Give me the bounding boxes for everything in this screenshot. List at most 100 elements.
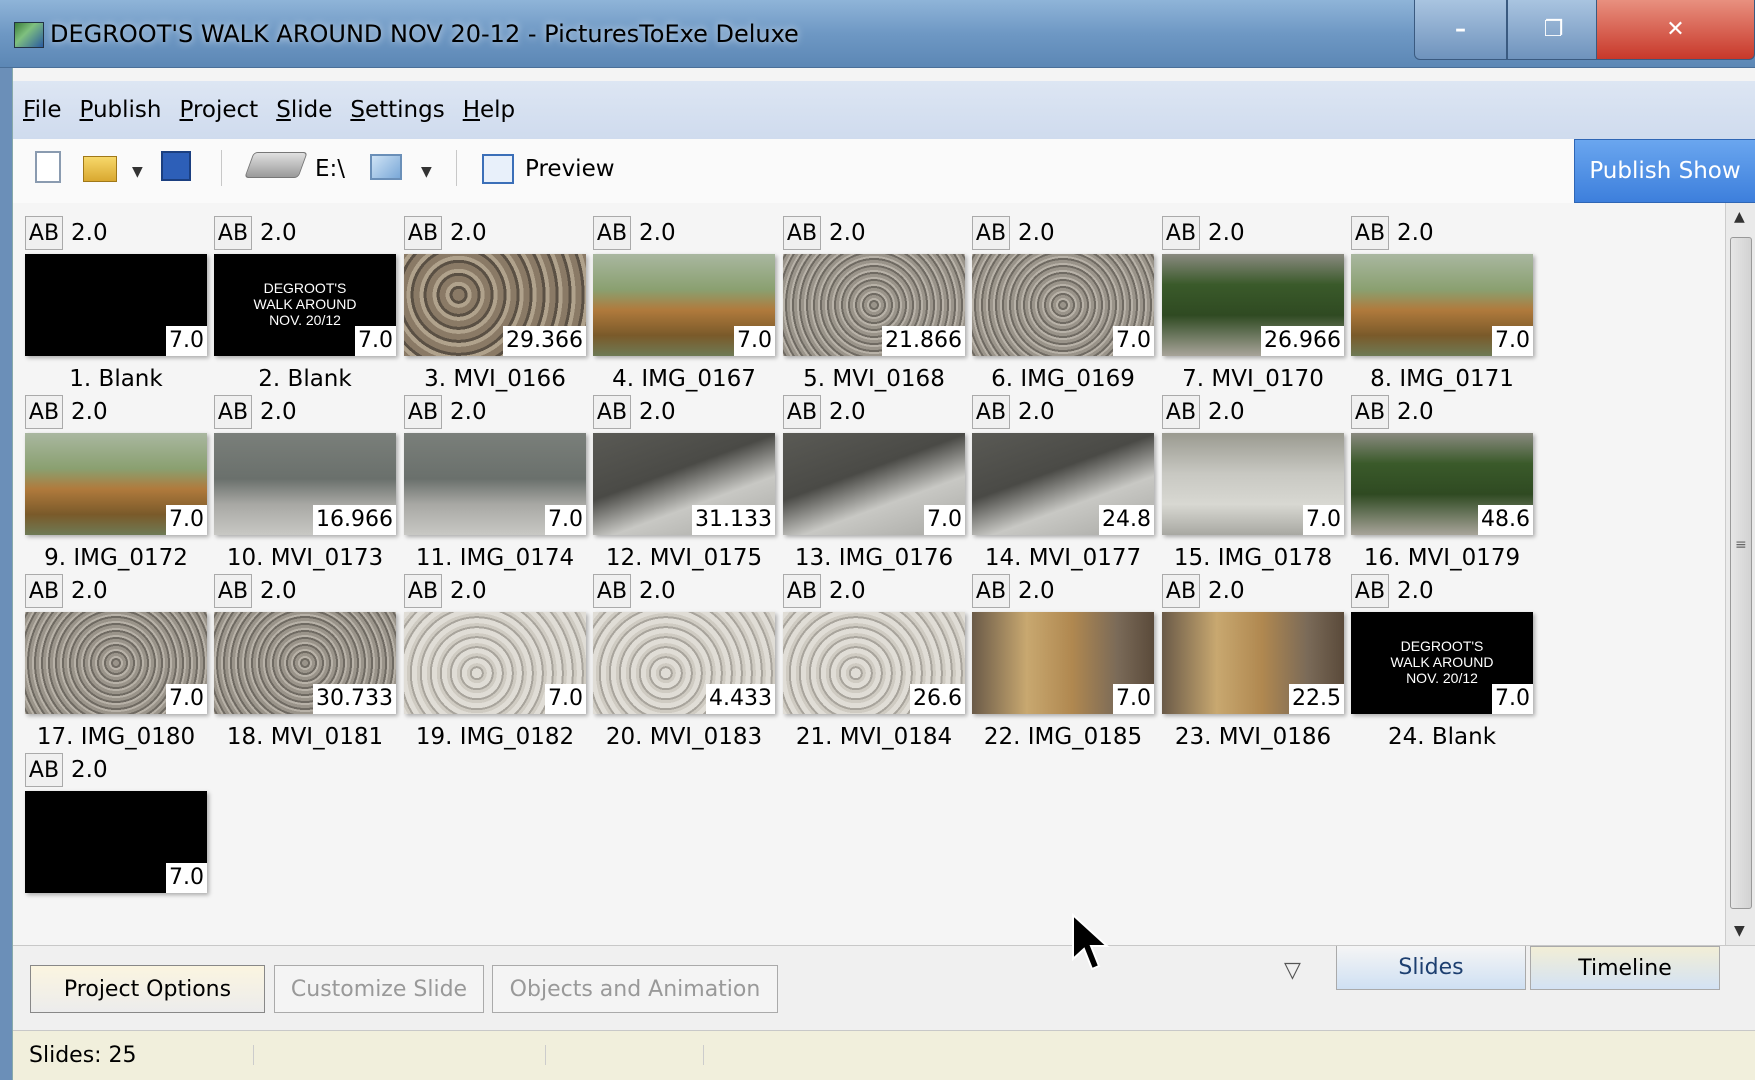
slide-item[interactable]: AB 2.0 29.366 3. MVI_0166 (404, 214, 594, 404)
preview-icon[interactable] (482, 154, 514, 184)
slide-thumbnail[interactable]: 7.0 (1162, 433, 1344, 535)
close-button[interactable]: ✕ (1596, 0, 1755, 60)
slide-thumbnail[interactable]: 7.0 (972, 254, 1154, 356)
slide-item[interactable]: AB 2.0 7.0 15. IMG_0178 (1162, 393, 1352, 583)
slide-item[interactable]: AB 2.0 7.0 1. Blank (25, 214, 215, 404)
slide-item[interactable]: AB 2.0 7.0 17. IMG_0180 (25, 572, 215, 762)
transition-ab-badge[interactable]: AB (404, 574, 442, 608)
slide-thumbnail[interactable]: DEGROOT'S WALK AROUND NOV. 20/12 7.0 (214, 254, 396, 356)
slide-thumbnail[interactable]: 26.966 (1162, 254, 1344, 356)
transition-ab-badge[interactable]: AB (1351, 574, 1389, 608)
slide-item[interactable]: AB 2.0 22.5 23. MVI_0186 (1162, 572, 1352, 762)
transition-ab-badge[interactable]: AB (25, 574, 63, 608)
slide-thumbnail[interactable]: 7.0 (404, 612, 586, 714)
slide-item[interactable]: AB 2.0 7.0 13. IMG_0176 (783, 393, 973, 583)
transition-ab-badge[interactable]: AB (783, 216, 821, 250)
slide-thumbnail[interactable]: 29.366 (404, 254, 586, 356)
slide-thumbnail[interactable]: 7.0 (25, 612, 207, 714)
maximize-button[interactable]: ❐ (1507, 0, 1600, 60)
menu-settings[interactable]: Settings (348, 95, 446, 125)
slide-item[interactable]: AB 2.0 26.6 21. MVI_0184 (783, 572, 973, 762)
menu-file[interactable]: File (21, 95, 64, 125)
minimize-button[interactable]: – (1414, 0, 1507, 60)
scroll-down-icon[interactable]: ▼ (1734, 923, 1745, 939)
transition-ab-badge[interactable]: AB (1162, 574, 1200, 608)
slide-item[interactable]: AB 2.0 21.866 5. MVI_0168 (783, 214, 973, 404)
slide-item[interactable]: AB 2.0 31.133 12. MVI_0175 (593, 393, 783, 583)
transition-ab-badge[interactable]: AB (1162, 395, 1200, 429)
drive-icon[interactable] (244, 152, 308, 178)
publish-show-button[interactable]: Publish Show (1574, 139, 1755, 203)
slide-item[interactable]: AB 2.0 24.8 14. MVI_0177 (972, 393, 1162, 583)
menu-slide[interactable]: Slide (274, 95, 334, 125)
tab-timeline[interactable]: Timeline (1530, 946, 1720, 990)
transition-ab-badge[interactable]: AB (593, 395, 631, 429)
transition-ab-badge[interactable]: AB (404, 216, 442, 250)
open-dropdown-icon[interactable]: ▼ (132, 164, 143, 180)
slide-item[interactable]: AB 2.0 4.433 20. MVI_0183 (593, 572, 783, 762)
slide-thumbnail[interactable]: 26.6 (783, 612, 965, 714)
transition-ab-badge[interactable]: AB (214, 574, 252, 608)
slide-item[interactable]: AB 2.0 7.0 9. IMG_0172 (25, 393, 215, 583)
transition-ab-badge[interactable]: AB (1162, 216, 1200, 250)
transition-ab-badge[interactable]: AB (972, 395, 1010, 429)
save-icon[interactable] (161, 151, 191, 181)
slide-item[interactable]: AB 2.0 7.0 4. IMG_0167 (593, 214, 783, 404)
transition-ab-badge[interactable]: AB (972, 216, 1010, 250)
menu-publish[interactable]: Publish (78, 95, 164, 125)
triangle-down-icon[interactable]: ▽ (1284, 958, 1301, 983)
menu-help[interactable]: Help (461, 95, 517, 125)
picture-icon[interactable] (370, 154, 402, 180)
tab-slides[interactable]: Slides (1336, 946, 1526, 990)
transition-ab-badge[interactable]: AB (214, 395, 252, 429)
slide-thumbnail[interactable]: 7.0 (972, 612, 1154, 714)
slide-thumbnail[interactable]: 16.966 (214, 433, 396, 535)
slide-thumbnail[interactable]: 22.5 (1162, 612, 1344, 714)
scroll-thumb[interactable] (1730, 237, 1752, 909)
transition-ab-badge[interactable]: AB (783, 574, 821, 608)
transition-ab-badge[interactable]: AB (593, 216, 631, 250)
slide-item[interactable]: AB 2.0 7.0 (25, 751, 215, 941)
slide-thumbnail[interactable]: 4.433 (593, 612, 775, 714)
transition-ab-badge[interactable]: AB (783, 395, 821, 429)
slide-thumbnail[interactable]: 7.0 (25, 254, 207, 356)
menu-project[interactable]: Project (178, 95, 261, 125)
vertical-scrollbar[interactable]: ▲ ≡ ▼ (1725, 203, 1755, 945)
slide-thumbnail[interactable]: 7.0 (1351, 254, 1533, 356)
slide-thumbnail[interactable]: DEGROOT'S WALK AROUND NOV. 20/12 7.0 (1351, 612, 1533, 714)
slide-item[interactable]: AB 2.0 DEGROOT'S WALK AROUND NOV. 20/12 7.0… (214, 214, 404, 404)
slide-thumbnail[interactable]: 30.733 (214, 612, 396, 714)
slide-thumbnail[interactable]: 7.0 (783, 433, 965, 535)
slide-item[interactable]: AB 2.0 7.0 8. IMG_0171 (1351, 214, 1541, 404)
slide-item[interactable]: AB 2.0 30.733 18. MVI_0181 (214, 572, 404, 762)
slide-thumbnail[interactable]: 7.0 (404, 433, 586, 535)
slide-thumbnail[interactable]: 24.8 (972, 433, 1154, 535)
slide-thumbnail[interactable]: 21.866 (783, 254, 965, 356)
transition-ab-badge[interactable]: AB (1351, 395, 1389, 429)
transition-ab-badge[interactable]: AB (25, 216, 63, 250)
slide-item[interactable]: AB 2.0 16.966 10. MVI_0173 (214, 393, 404, 583)
slide-item[interactable]: AB 2.0 7.0 22. IMG_0185 (972, 572, 1162, 762)
slide-thumbnail[interactable]: 31.133 (593, 433, 775, 535)
slide-item[interactable]: AB 2.0 26.966 7. MVI_0170 (1162, 214, 1352, 404)
transition-ab-badge[interactable]: AB (214, 216, 252, 250)
project-options-button[interactable]: Project Options (30, 965, 265, 1013)
slide-item[interactable]: AB 2.0 7.0 11. IMG_0174 (404, 393, 594, 583)
drive-label[interactable]: E:\ (315, 156, 345, 182)
transition-ab-badge[interactable]: AB (593, 574, 631, 608)
preview-button[interactable]: Preview (525, 156, 615, 182)
customize-slide-button[interactable]: Customize Slide (274, 965, 484, 1013)
objects-animation-button[interactable]: Objects and Animation (492, 965, 778, 1013)
slide-item[interactable]: AB 2.0 7.0 6. IMG_0169 (972, 214, 1162, 404)
open-folder-icon[interactable] (83, 156, 117, 182)
slide-item[interactable]: AB 2.0 48.6 16. MVI_0179 (1351, 393, 1541, 583)
slide-item[interactable]: AB 2.0 DEGROOT'S WALK AROUND NOV. 20/12 7.0… (1351, 572, 1541, 762)
transition-ab-badge[interactable]: AB (972, 574, 1010, 608)
new-file-icon[interactable] (35, 151, 61, 183)
slide-thumbnail[interactable]: 7.0 (25, 791, 207, 893)
transition-ab-badge[interactable]: AB (1351, 216, 1389, 250)
scroll-up-icon[interactable]: ▲ (1734, 209, 1745, 225)
transition-ab-badge[interactable]: AB (25, 753, 63, 787)
transition-ab-badge[interactable]: AB (404, 395, 442, 429)
slide-thumbnail[interactable]: 7.0 (25, 433, 207, 535)
